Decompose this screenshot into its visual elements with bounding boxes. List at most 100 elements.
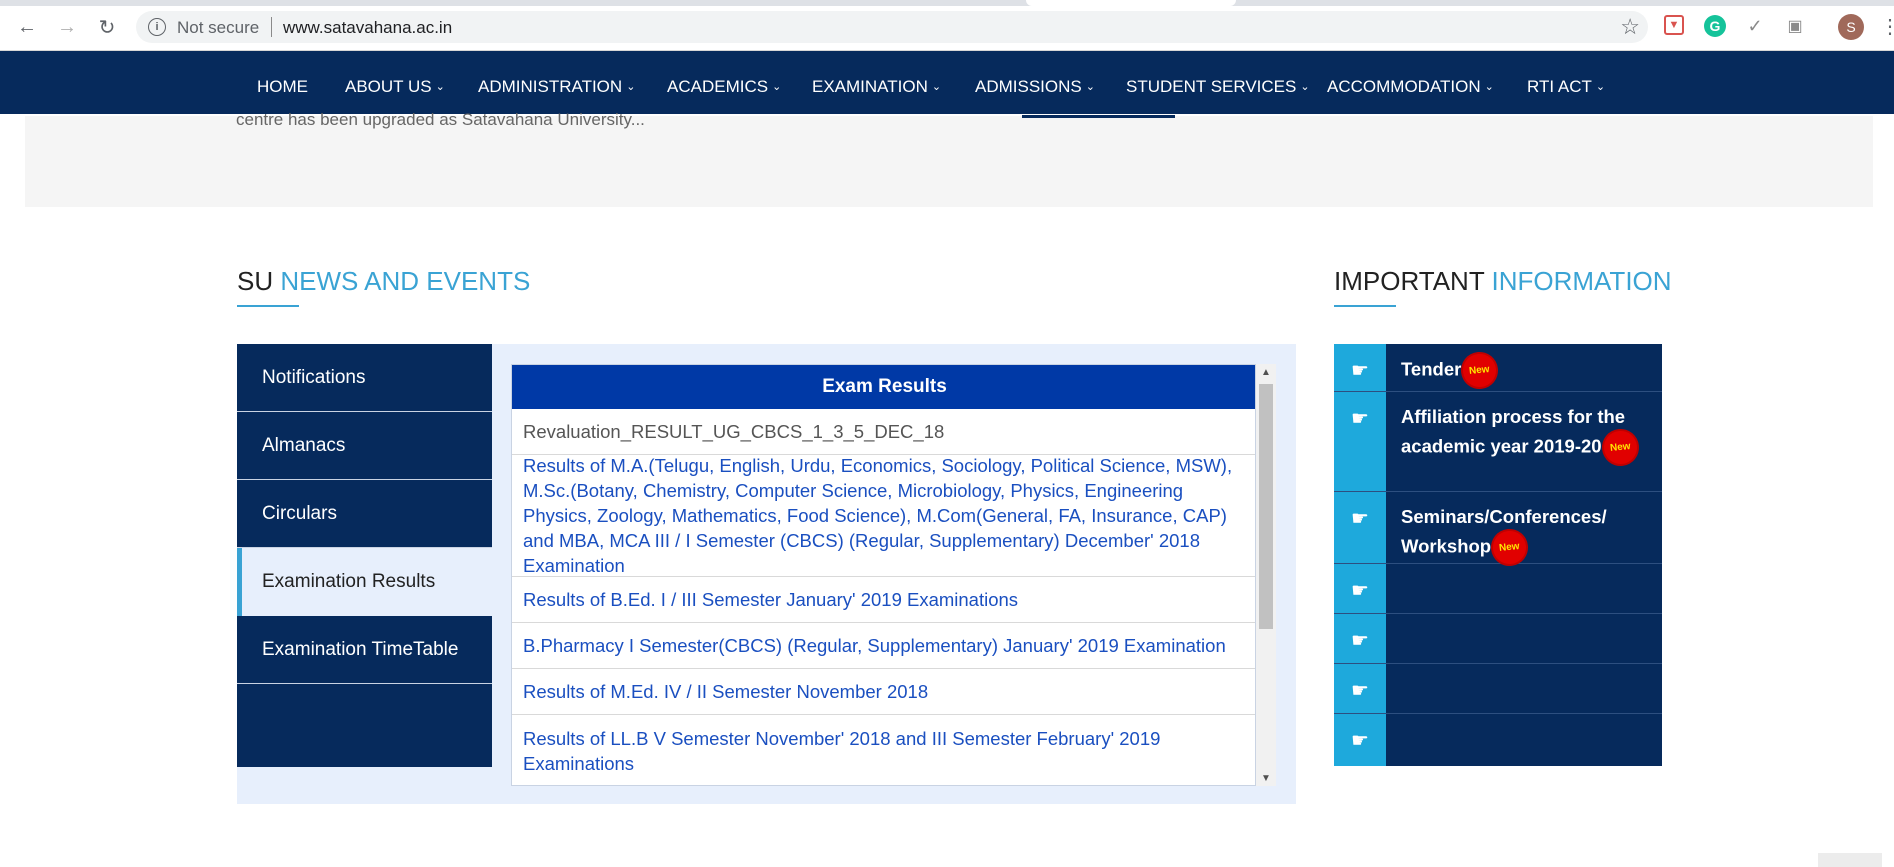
back-arrow-icon[interactable]: ←	[14, 14, 40, 40]
list-item[interactable]: Results of LL.B V Semester November' 201…	[512, 715, 1255, 785]
result-link[interactable]: Results of B.Ed. I / III Semester Januar…	[523, 587, 1018, 612]
result-link[interactable]: Revaluation_RESULT_UG_CBCS_1_3_5_DEC_18	[523, 419, 944, 444]
info-item-empty[interactable]: ☛	[1334, 564, 1662, 614]
scroll-to-top-button[interactable]	[1818, 853, 1882, 867]
scroll-thumb[interactable]	[1259, 384, 1273, 629]
nav-item-academics[interactable]: ACADEMICS ⌄	[667, 77, 781, 97]
nav-label: ADMISSIONS	[975, 77, 1082, 96]
reload-icon[interactable]: ↻	[94, 14, 120, 40]
info-item-affiliation[interactable]: ☛ Affiliation process for the academic y…	[1334, 392, 1662, 492]
active-tab[interactable]	[1026, 0, 1236, 6]
new-badge-icon: New	[1491, 529, 1528, 566]
info-item-seminars[interactable]: ☛ Seminars/Conferences/ Workshop New	[1334, 492, 1662, 566]
important-title-underline	[1334, 305, 1396, 307]
hero-underline	[1022, 115, 1175, 118]
scroll-down-icon[interactable]: ▼	[1256, 770, 1276, 786]
info-item-text: Affiliation process for the academic yea…	[1401, 406, 1626, 457]
list-item[interactable]: B.Pharmacy I Semester(CBCS) (Regular, Su…	[512, 623, 1255, 669]
nav-label: ACADEMICS	[667, 77, 769, 96]
nav-label: RTI ACT	[1527, 77, 1592, 96]
omnibox-divider	[271, 17, 272, 37]
tab-label: Circulars	[262, 502, 337, 524]
result-link[interactable]: Results of M.Ed. IV / II Semester Novemb…	[523, 679, 928, 704]
nav-item-accommodation[interactable]: ACCOMMODATION ⌄	[1327, 77, 1494, 97]
nav-label: ADMINISTRATION	[478, 77, 623, 96]
pointing-hand-icon: ☛	[1334, 564, 1386, 613]
pointing-hand-icon: ☛	[1334, 714, 1386, 766]
results-scrollbar[interactable]: ▲ ▼	[1256, 364, 1276, 786]
browser-menu-icon[interactable]: ⋮	[1880, 14, 1894, 40]
nav-item-about-us[interactable]: ABOUT US ⌄	[345, 77, 445, 97]
pointing-hand-icon: ☛	[1334, 614, 1386, 663]
news-title-accent: NEWS AND EVENTS	[280, 266, 531, 296]
nav-label: ABOUT US	[345, 77, 432, 96]
info-item-text: Tender	[1401, 358, 1462, 380]
new-badge-icon: New	[1601, 429, 1638, 466]
result-link[interactable]: B.Pharmacy I Semester(CBCS) (Regular, Su…	[523, 633, 1226, 658]
extension-icon[interactable]: ▼	[1664, 15, 1684, 35]
nav-item-administration[interactable]: ADMINISTRATION ⌄	[478, 77, 635, 97]
browser-toolbar: ← → ↻ i Not secure www.satavahana.ac.in …	[0, 0, 1894, 51]
tab-examination-timetable[interactable]: Examination TimeTable	[237, 616, 492, 684]
news-tabs: Notifications Almanacs Circulars Examina…	[237, 344, 492, 767]
important-title-accent: INFORMATION	[1491, 266, 1672, 296]
nav-item-home[interactable]: HOME	[257, 77, 308, 97]
chevron-down-icon: ⌄	[435, 81, 445, 93]
address-bar[interactable]: i Not secure www.satavahana.ac.in ☆	[136, 11, 1648, 43]
tab-label: Examination TimeTable	[262, 638, 459, 660]
list-item[interactable]: Revaluation_RESULT_UG_CBCS_1_3_5_DEC_18	[512, 409, 1255, 455]
results-list: Exam Results Revaluation_RESULT_UG_CBCS_…	[511, 364, 1256, 786]
page: ← → ↻ i Not secure www.satavahana.ac.in …	[0, 0, 1894, 867]
nav-item-admissions[interactable]: ADMISSIONS ⌄	[975, 77, 1095, 97]
list-item[interactable]: Results of M.Ed. IV / II Semester Novemb…	[512, 669, 1255, 715]
hero-text: centre has been upgraded as Satavahana U…	[236, 110, 645, 129]
security-label: Not secure	[177, 18, 260, 37]
news-section-title: SU NEWS AND EVENTS	[237, 266, 530, 297]
nav-item-rti-act[interactable]: RTI ACT ⌄	[1527, 77, 1605, 97]
info-item-label[interactable]: Tender New	[1401, 352, 1651, 389]
list-item[interactable]: Results of M.A.(Telugu, English, Urdu, E…	[512, 453, 1255, 578]
result-link[interactable]: Results of LL.B V Semester November' 201…	[523, 726, 1246, 776]
important-section-title: IMPORTANT INFORMATION	[1334, 266, 1672, 297]
forward-arrow-icon[interactable]: →	[54, 14, 80, 40]
news-title-prefix: SU	[237, 266, 274, 296]
chevron-down-icon: ⌄	[1484, 81, 1494, 93]
info-item-tender[interactable]: ☛ Tender New	[1334, 344, 1662, 392]
news-title-underline	[237, 305, 299, 307]
tab-examination-results[interactable]: Examination Results	[237, 548, 492, 616]
info-item-empty[interactable]: ☛	[1334, 714, 1662, 766]
info-item-empty[interactable]: ☛	[1334, 664, 1662, 714]
list-item[interactable]: Results of B.Ed. I / III Semester Januar…	[512, 577, 1255, 623]
pointing-hand-icon: ☛	[1334, 664, 1386, 713]
tab-almanacs[interactable]: Almanacs	[237, 412, 492, 480]
tab-label: Examination Results	[262, 571, 436, 592]
camera-icon[interactable]: ▣	[1784, 15, 1806, 37]
nav-label: STUDENT SERVICES	[1126, 77, 1297, 96]
nav-label: HOME	[257, 77, 308, 96]
new-badge-icon: New	[1461, 352, 1498, 389]
nav-item-student-services[interactable]: STUDENT SERVICES ⌄	[1126, 77, 1310, 97]
chevron-down-icon: ⌄	[626, 81, 636, 93]
info-item-label[interactable]: Affiliation process for the academic yea…	[1401, 402, 1651, 466]
results-header: Exam Results	[512, 365, 1255, 409]
avatar[interactable]: S	[1838, 14, 1864, 40]
chevron-down-icon: ⌄	[931, 81, 942, 93]
chevron-down-icon: ⌄	[1085, 81, 1095, 93]
star-icon[interactable]: ☆	[1620, 14, 1640, 40]
info-icon[interactable]: i	[148, 18, 166, 36]
important-info-list: ☛ Tender New ☛ Affiliation process for th…	[1334, 344, 1662, 766]
info-item-empty[interactable]: ☛	[1334, 614, 1662, 664]
info-item-label[interactable]: Seminars/Conferences/ Workshop New	[1401, 502, 1651, 566]
grammarly-icon[interactable]: G	[1704, 15, 1726, 37]
tab-notifications[interactable]: Notifications	[237, 344, 492, 412]
url-text[interactable]: www.satavahana.ac.in	[283, 18, 452, 38]
result-link[interactable]: Results of M.A.(Telugu, English, Urdu, E…	[523, 453, 1246, 578]
scroll-up-icon[interactable]: ▲	[1256, 364, 1276, 380]
nav-label: ACCOMMODATION	[1327, 77, 1481, 96]
tab-label: Notifications	[262, 366, 366, 388]
check-icon[interactable]: ✓	[1744, 15, 1766, 37]
chevron-down-icon: ⌄	[772, 81, 782, 93]
nav-item-examination[interactable]: EXAMINATION ⌄	[812, 77, 941, 97]
tab-circulars[interactable]: Circulars	[237, 480, 492, 548]
pointing-hand-icon: ☛	[1334, 392, 1386, 491]
